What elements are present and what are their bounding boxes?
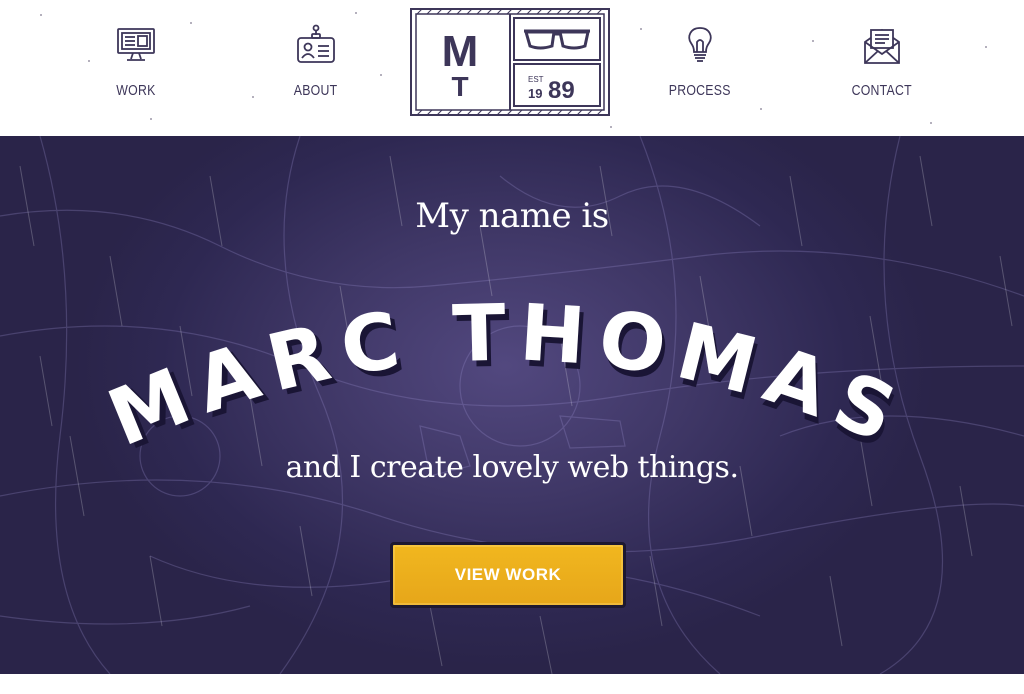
- logo-monogram: M: [442, 27, 479, 76]
- nav-label-work: WORK: [116, 82, 156, 99]
- id-badge-icon: [295, 24, 337, 66]
- hero-intro: My name is: [415, 196, 609, 236]
- nav-process[interactable]: PROCESS: [640, 24, 760, 114]
- view-work-button[interactable]: VIEW WORK: [390, 542, 626, 608]
- nav-label-about: ABOUT: [294, 82, 338, 99]
- nav-work[interactable]: WORK: [76, 24, 196, 114]
- speck: [610, 126, 612, 128]
- hero-tagline: and I create lovely web things.: [285, 450, 739, 485]
- site-header: WORK ABOUT M T EST 19 89 PROCESS CONTACT: [0, 0, 1024, 136]
- envelope-icon: [861, 24, 903, 66]
- site-logo[interactable]: M T EST 19 89: [408, 6, 612, 118]
- speck: [150, 118, 152, 120]
- speck: [930, 122, 932, 124]
- hero-section: My name is MARC THOMAS MARC THOMAS and I…: [0, 136, 1024, 674]
- speck: [252, 96, 254, 98]
- speck: [380, 74, 382, 76]
- nav-label-process: PROCESS: [669, 82, 731, 99]
- speck: [985, 46, 987, 48]
- logo-year-prefix: 19: [528, 86, 542, 101]
- speck: [760, 108, 762, 110]
- nav-contact[interactable]: CONTACT: [822, 24, 942, 114]
- speck: [812, 40, 814, 42]
- logo-est: EST: [528, 75, 544, 84]
- lightbulb-icon: [679, 24, 721, 66]
- monitor-icon: [115, 24, 157, 66]
- glasses-icon: [524, 29, 590, 50]
- logo-monogram-t: T: [451, 71, 468, 102]
- view-work-label: VIEW WORK: [454, 565, 562, 584]
- nav-label-contact: CONTACT: [851, 82, 913, 99]
- logo-year-suffix: 89: [548, 77, 575, 104]
- nav-about[interactable]: ABOUT: [256, 24, 376, 114]
- speck: [40, 14, 42, 16]
- footer-strip: [0, 674, 1024, 694]
- speck: [355, 12, 357, 14]
